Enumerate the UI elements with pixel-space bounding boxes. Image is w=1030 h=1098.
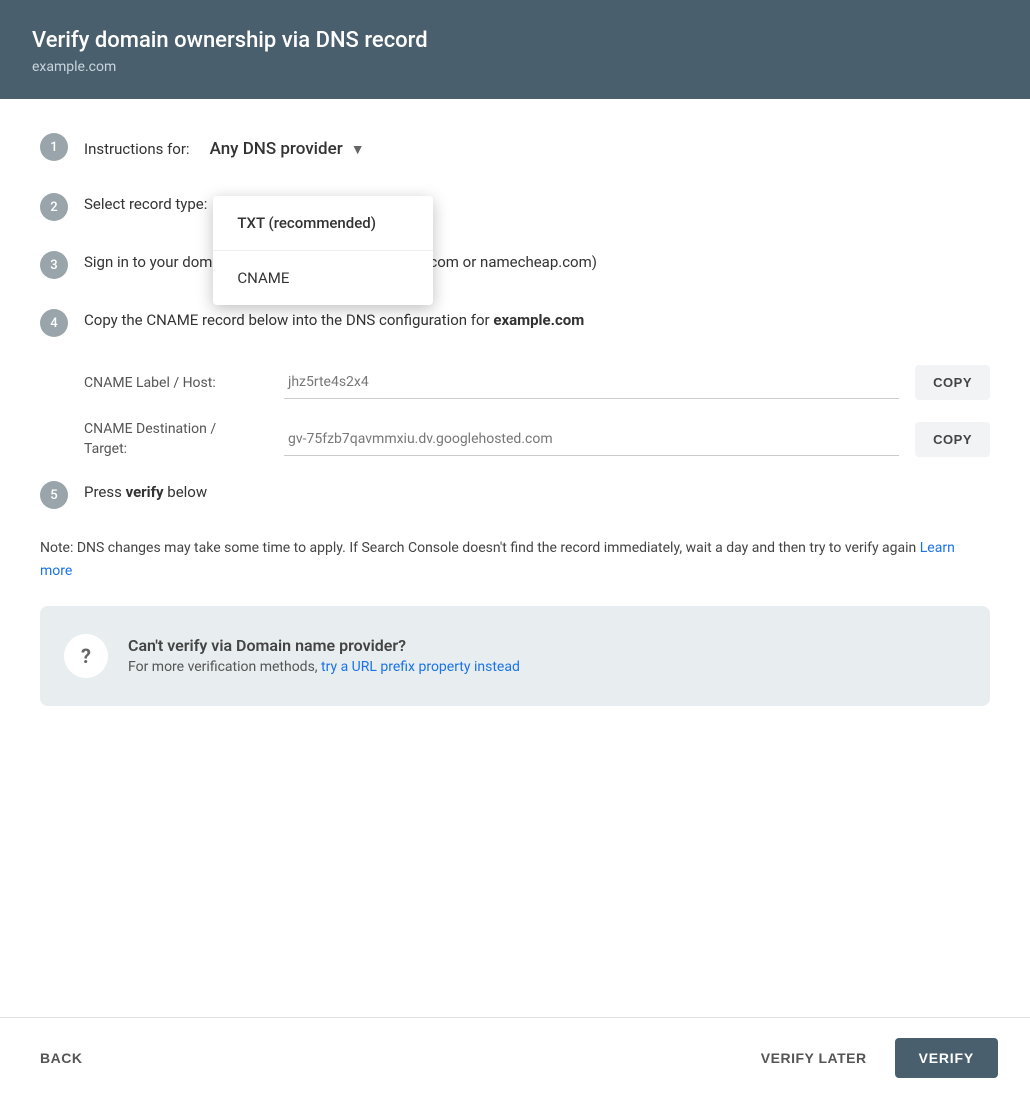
record-type-menu: TXT (recommended) CNAME [213, 196, 433, 305]
step-5-number: 5 [40, 481, 68, 509]
alt-box-body-text: For more verification methods, [128, 659, 321, 675]
verify-later-button[interactable]: VERIFY LATER [749, 1040, 879, 1076]
step-5-verify-word: verify [126, 483, 164, 501]
page-subtitle: example.com [32, 59, 998, 75]
page-header: Verify domain ownership via DNS record e… [0, 0, 1030, 99]
cname-dest-value-wrapper: gv-75fzb7qavmmxiu.dv.googlehosted.com [284, 423, 899, 456]
step-4-content: Copy the CNAME record below into the DNS… [84, 307, 990, 329]
footer-left: BACK [32, 1040, 90, 1076]
menu-item-txt[interactable]: TXT (recommended) [213, 196, 433, 250]
cname-label-value-wrapper: jhz5rte4s2x4 [284, 366, 899, 399]
step-4: 4 Copy the CNAME record below into the D… [40, 307, 990, 337]
step-3-number: 3 [40, 251, 68, 279]
alt-box-text: Can't verify via Domain name provider? F… [128, 636, 520, 675]
cname-label-host-label: CNAME Label / Host: [84, 375, 284, 391]
step-5-text-after: below [164, 483, 208, 501]
step-5-text: Press verify below [84, 483, 207, 501]
step-4-domain: example.com [493, 311, 584, 329]
dns-provider-dropdown[interactable]: Any DNS provider ▼ [202, 135, 373, 163]
step-2: 2 Select record type: TXT (recommended) … [40, 191, 990, 221]
step-4-number: 4 [40, 309, 68, 337]
alternative-box: ? Can't verify via Domain name provider?… [40, 606, 990, 706]
step-1-content: Instructions for: Any DNS provider ▼ [84, 131, 990, 163]
step-2-row: Select record type: TXT (recommended) CN… [84, 195, 990, 213]
url-prefix-link[interactable]: try a URL prefix property instead [321, 659, 520, 675]
note-text: Note: DNS changes may take some time to … [40, 540, 920, 556]
step-2-content: Select record type: TXT (recommended) CN… [84, 191, 990, 213]
back-button[interactable]: BACK [32, 1040, 90, 1076]
step-3: 3 Sign in to your domain name provider (… [40, 249, 990, 279]
page-title: Verify domain ownership via DNS record [32, 28, 998, 53]
step-2-number: 2 [40, 193, 68, 221]
step-1-row: Instructions for: Any DNS provider ▼ [84, 135, 990, 163]
verify-button[interactable]: VERIFY [895, 1038, 998, 1078]
step-4-text: Copy the CNAME record below into the DNS… [84, 311, 990, 329]
cname-dest-label: CNAME Destination /Target: [84, 420, 284, 459]
main-content: 1 Instructions for: Any DNS provider ▼ 2… [0, 99, 1030, 1017]
copy-cname-label-button[interactable]: COPY [915, 365, 990, 400]
cname-dest-row: CNAME Destination /Target: gv-75fzb7qavm… [84, 420, 990, 459]
dns-provider-value: Any DNS provider [210, 139, 343, 159]
cname-dest-value: gv-75fzb7qavmmxiu.dv.googlehosted.com [288, 431, 553, 447]
step-5-text-before: Press [84, 483, 126, 501]
step-2-label: Select record type: [84, 195, 207, 213]
step-1-number: 1 [40, 133, 68, 161]
alt-box-title: Can't verify via Domain name provider? [128, 636, 520, 655]
step-5-content: Press verify below [84, 479, 990, 501]
dns-note: Note: DNS changes may take some time to … [40, 537, 990, 582]
step-1-label: Instructions for: [84, 140, 190, 158]
chevron-down-icon: ▼ [351, 141, 365, 158]
alt-box-body: For more verification methods, try a URL… [128, 659, 520, 675]
step-4-text-before: Copy the CNAME record below into the DNS… [84, 311, 493, 329]
footer-right: VERIFY LATER VERIFY [749, 1038, 998, 1078]
copy-cname-dest-button[interactable]: COPY [915, 422, 990, 457]
cname-label-value: jhz5rte4s2x4 [288, 374, 369, 390]
question-icon: ? [64, 634, 108, 678]
cname-fields: CNAME Label / Host: jhz5rte4s2x4 COPY CN… [84, 365, 990, 459]
step-5: 5 Press verify below [40, 479, 990, 509]
menu-item-cname[interactable]: CNAME [213, 250, 433, 305]
cname-label-row: CNAME Label / Host: jhz5rte4s2x4 COPY [84, 365, 990, 400]
step-1: 1 Instructions for: Any DNS provider ▼ [40, 131, 990, 163]
page-footer: BACK VERIFY LATER VERIFY [0, 1017, 1030, 1098]
